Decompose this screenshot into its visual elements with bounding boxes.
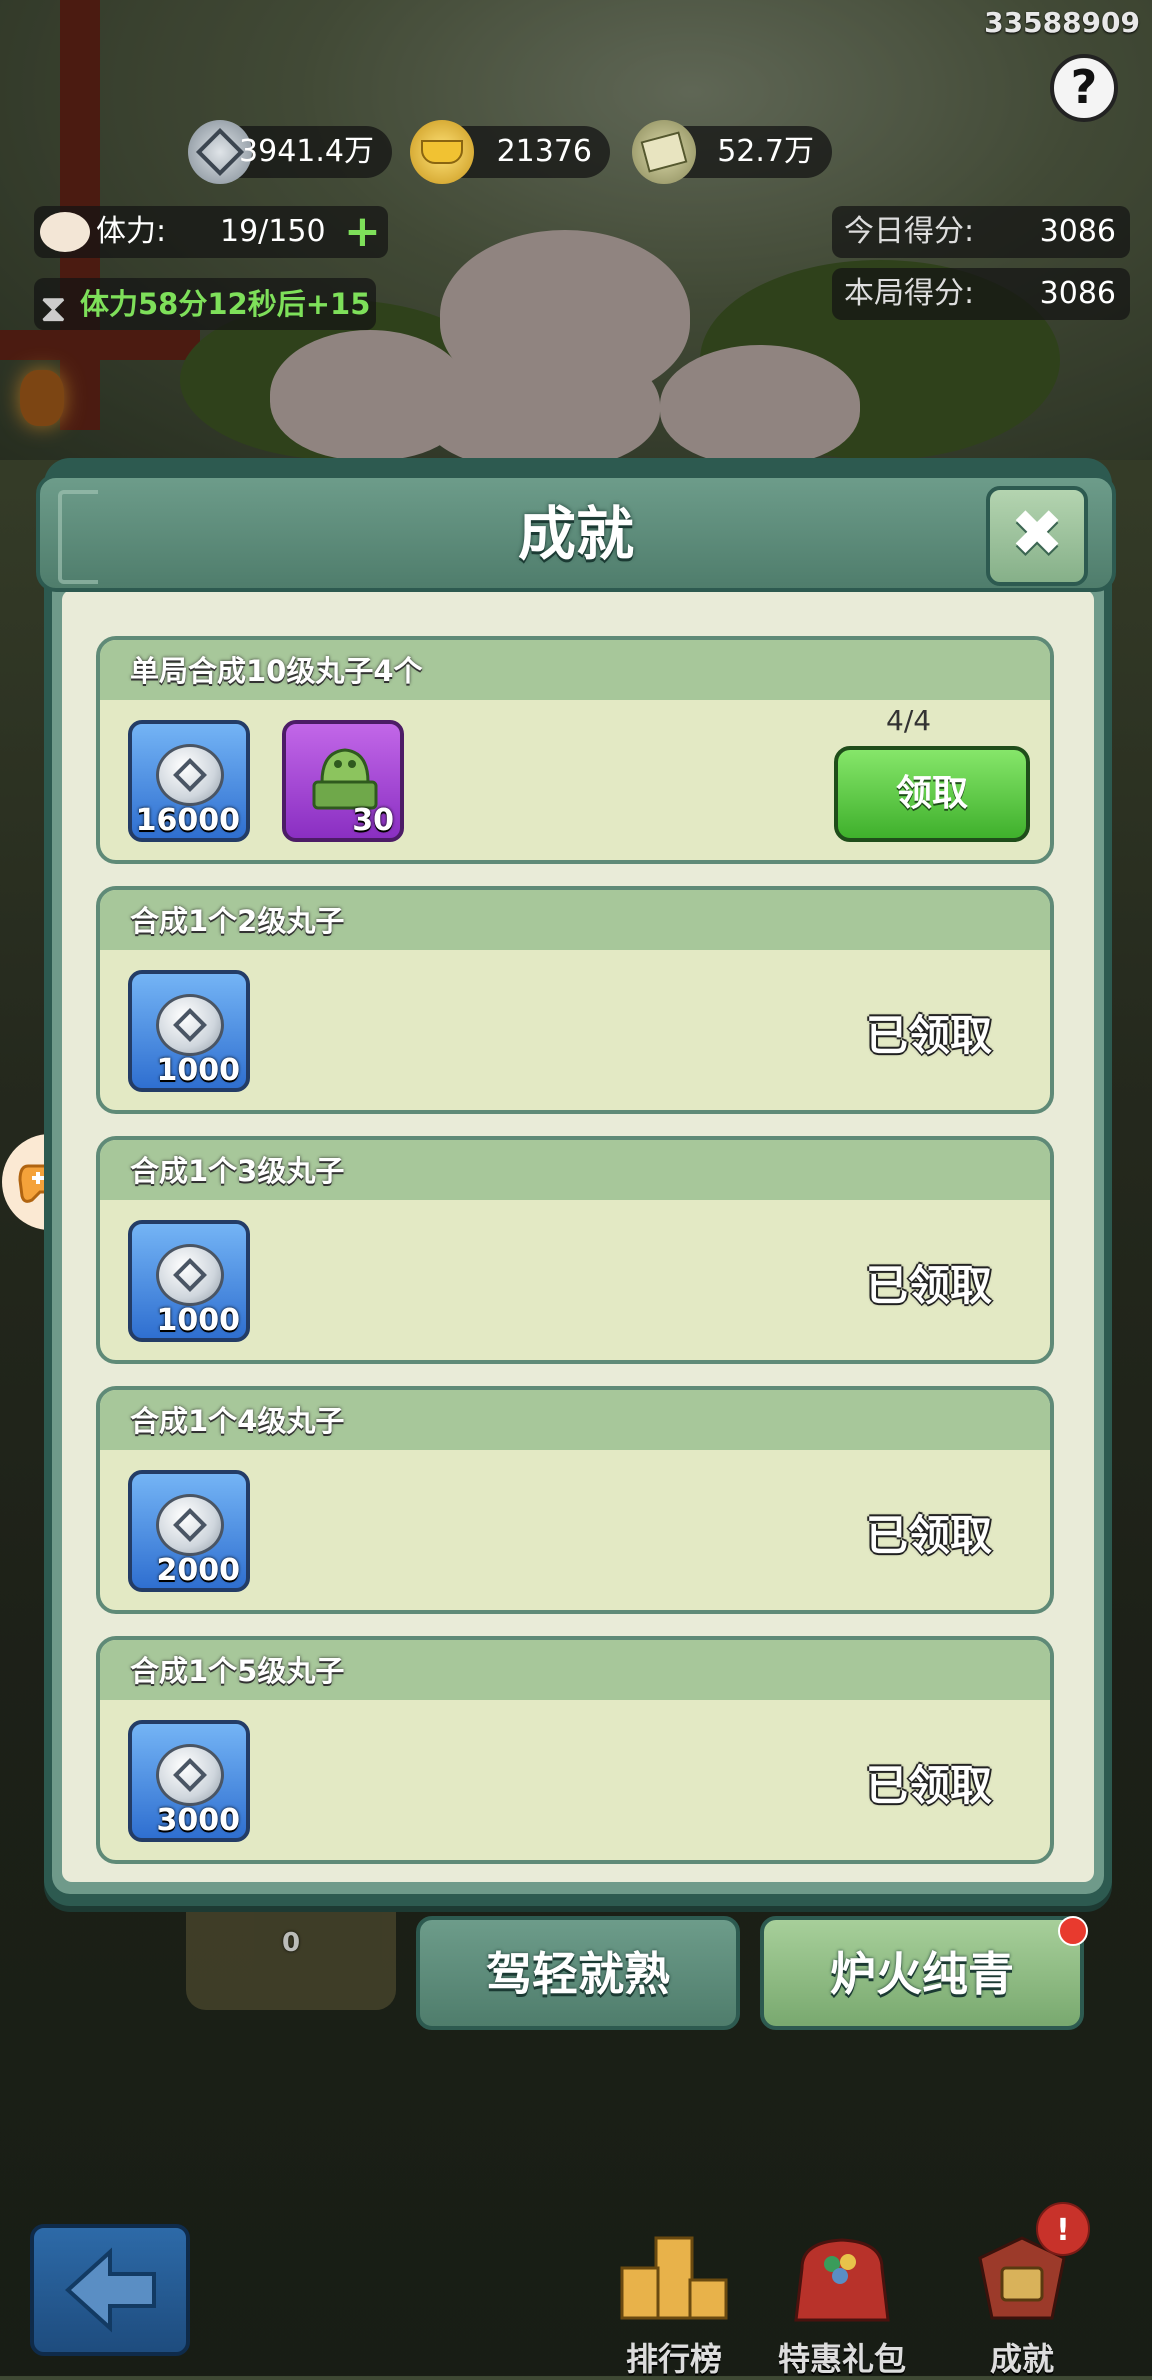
reward-qty: 3000 — [156, 1803, 241, 1838]
round-score: 本局得分: 3086 — [832, 268, 1130, 320]
scroll-currency: 52.7万 — [632, 120, 832, 184]
reward-qty: 2000 — [156, 1553, 241, 1588]
achievement-card: 合成1个3级丸子 1000 已领取 — [96, 1136, 1054, 1364]
silver-coin-icon — [156, 994, 224, 1056]
achievement-title: 合成1个5级丸子 — [130, 1654, 345, 1688]
stamina-timer-bar: ⧗ 体力58分12秒后+15 — [34, 278, 376, 330]
add-stamina-button[interactable]: + — [344, 206, 381, 258]
round-score-value: 3086 — [1039, 276, 1116, 311]
silver-coin-icon — [156, 744, 224, 806]
nav-label: 排行榜 — [625, 2340, 722, 2378]
achievement-card: 合成1个2级丸子 1000 已领取 — [96, 886, 1054, 1114]
notification-dot — [1058, 1916, 1088, 1946]
gold-amount: 21376 — [496, 134, 592, 169]
achievement-card: 合成1个4级丸子 2000 已领取 — [96, 1386, 1054, 1614]
back-arrow-icon — [65, 2247, 156, 2333]
silver-coin-icon — [156, 1244, 224, 1306]
back-button[interactable] — [30, 2224, 190, 2356]
reward-qty: 1000 — [156, 1303, 241, 1338]
scroll-icon — [632, 120, 696, 184]
hourglass-icon: ⧗ — [40, 286, 67, 330]
dumpling-face-icon — [40, 212, 90, 252]
round-score-label: 本局得分: — [844, 276, 975, 311]
stamina-value: 19/150 — [220, 214, 326, 249]
reward-item[interactable]: 1000 — [128, 1220, 250, 1342]
nav-label: 成就 — [989, 2340, 1054, 2378]
help-button[interactable]: ? — [1050, 54, 1118, 122]
reward-qty: 16000 — [135, 803, 240, 838]
gold-ingot-icon — [410, 120, 474, 184]
hidden-item-count: 0 — [282, 1928, 301, 1958]
claimed-status: 已领取 — [866, 1011, 993, 1060]
gift-bag-icon — [794, 2238, 890, 2322]
reward-item[interactable]: 30 — [282, 720, 404, 842]
gold-currency: 21376 — [410, 120, 610, 184]
silver-amount: 3941.4万 — [239, 134, 374, 169]
reward-qty: 30 — [352, 803, 394, 838]
claimed-status: 已领取 — [866, 1261, 993, 1310]
stamina-timer: 体力58分12秒后+15 — [80, 287, 371, 321]
reward-item[interactable]: 16000 — [128, 720, 250, 842]
silver-coin-icon — [156, 1494, 224, 1556]
stamina-bar: 体力: 19/150 + — [34, 206, 388, 258]
claimed-status: 已领取 — [866, 1511, 993, 1560]
scroll-amount: 52.7万 — [717, 134, 814, 169]
achievement-title: 合成1个3级丸子 — [130, 1154, 345, 1188]
nav-label: 特惠礼包 — [777, 2340, 906, 2378]
stamina-label: 体力: — [96, 214, 167, 249]
hidden-item-slot: 0 — [186, 1910, 396, 2010]
achievement-alert-badge: ! — [1036, 2202, 1090, 2256]
user-id: 33588909 — [984, 6, 1140, 39]
silver-coin-icon — [156, 1744, 224, 1806]
tab-lu-huo-chun-qing[interactable]: 炉火纯青 — [760, 1916, 1084, 2030]
achievement-card: 单局合成10级丸子4个 16000 30 4/4 领取 — [96, 636, 1054, 864]
podium-icon — [620, 2236, 728, 2320]
reward-item[interactable]: 3000 — [128, 1720, 250, 1842]
today-score-value: 3086 — [1039, 214, 1116, 249]
nav-leaderboard[interactable]: 排行榜 — [604, 2228, 744, 2378]
achievement-progress: 4/4 — [886, 704, 932, 737]
reward-item[interactable]: 1000 — [128, 970, 250, 1092]
close-button[interactable]: ✖ — [986, 486, 1088, 586]
today-score: 今日得分: 3086 — [832, 206, 1130, 258]
nav-special-gift[interactable]: 特惠礼包 — [772, 2228, 912, 2378]
achievement-title: 单局合成10级丸子4个 — [130, 654, 423, 688]
tab-jia-qing-jiu-shu[interactable]: 驾轻就熟 — [416, 1916, 740, 2030]
silver-currency: 3941.4万 — [188, 120, 392, 184]
today-score-label: 今日得分: — [844, 214, 975, 249]
reward-qty: 1000 — [156, 1053, 241, 1088]
claimed-status: 已领取 — [866, 1761, 993, 1810]
claim-button[interactable]: 领取 — [834, 746, 1030, 842]
achievement-title: 合成1个2级丸子 — [130, 904, 345, 938]
reward-item[interactable]: 2000 — [128, 1470, 250, 1592]
achievement-title: 合成1个4级丸子 — [130, 1404, 345, 1438]
achievement-card: 合成1个5级丸子 3000 已领取 — [96, 1636, 1054, 1864]
panel-title: 成就 — [517, 500, 634, 568]
